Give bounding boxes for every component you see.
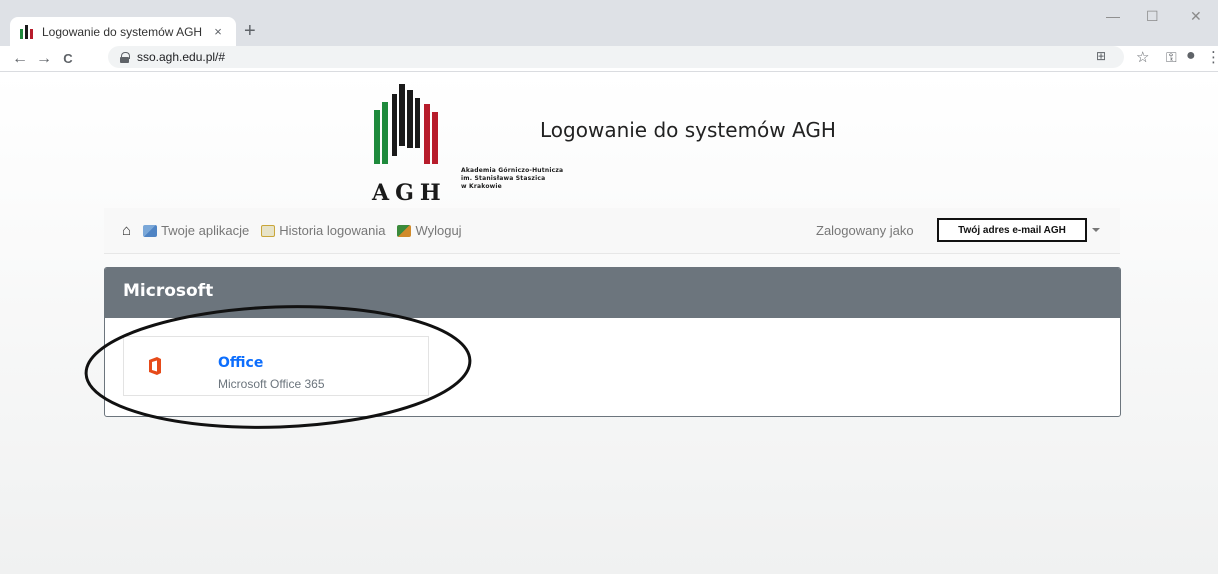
microsoft-panel: Microsoft Office Microsoft Office 365 [104, 267, 1121, 417]
account-icon[interactable]: ● [1186, 47, 1196, 65]
logged-as-label: Zalogowany jako [816, 223, 914, 238]
calendar-icon [261, 224, 276, 237]
app-name[interactable]: Office [218, 355, 263, 371]
agh-favicon-icon [20, 24, 34, 39]
key-icon[interactable]: ⚿ [1166, 49, 1177, 66]
agh-logo: AGH [372, 84, 472, 214]
back-button[interactable]: ← [8, 50, 32, 68]
minimize-button[interactable]: — [1106, 8, 1120, 24]
university-line: Akademia Górniczo-Hutnicza [461, 167, 564, 174]
nav-link-twoje-aplikacje[interactable]: Twoje aplikacje [143, 223, 249, 238]
tab-close-icon[interactable]: × [210, 24, 226, 39]
university-line: im. Stanisława Staszica [461, 175, 546, 182]
apps-icon [143, 224, 158, 237]
star-icon[interactable]: ☆ [1136, 48, 1149, 66]
address-bar[interactable]: sso.agh.edu.pl/# [108, 46, 1124, 68]
page-title: Logowanie do systemów AGH [540, 118, 836, 142]
page-content: AGH Akademia Górniczo-Hutnicza im. Stani… [0, 72, 1218, 574]
translate-icon[interactable]: ⊞ [1096, 49, 1106, 63]
browser-tab[interactable]: Logowanie do systemów AGH × [10, 17, 236, 46]
app-card-office[interactable]: Office Microsoft Office 365 [123, 336, 429, 396]
nav-link-wyloguj[interactable]: Wyloguj [397, 223, 462, 238]
nav-link-label: Historia logowania [279, 223, 386, 238]
close-window-button[interactable]: ✕ [1190, 8, 1202, 25]
nav-link-historia-logowania[interactable]: Historia logowania [261, 223, 385, 238]
agh-logo-icon [374, 84, 438, 164]
browser-toolbar: ← → C sso.agh.edu.pl/# ⊞ ☆ ⚿ ● ⋮ [0, 46, 1218, 72]
forward-button[interactable]: → [32, 50, 56, 68]
menu-icon[interactable]: ⋮ [1206, 48, 1218, 66]
logout-icon [397, 224, 412, 237]
chevron-down-icon[interactable] [1092, 228, 1100, 232]
home-icon[interactable]: ⌂ [122, 222, 131, 239]
tab-title: Logowanie do systemów AGH [42, 24, 203, 39]
nav-link-label: Twoje aplikacje [161, 223, 250, 238]
office-icon [149, 357, 161, 375]
url-text: sso.agh.edu.pl/# [137, 50, 226, 64]
lock-icon [120, 51, 130, 63]
reload-button[interactable]: C [56, 51, 80, 66]
university-line: w Krakowie [461, 183, 502, 190]
maximize-button[interactable]: ☐ [1146, 8, 1159, 25]
new-tab-button[interactable]: + [244, 19, 256, 43]
panel-heading: Microsoft [105, 268, 1120, 318]
university-name: Akademia Górniczo-Hutnicza im. Stanisław… [461, 167, 563, 191]
top-navbar: ⌂ Twoje aplikacje Historia logowania Wyl… [104, 208, 1120, 254]
user-email-dropdown[interactable]: Twój adres e-mail AGH [937, 218, 1087, 242]
browser-tab-bar: Logowanie do systemów AGH × + — ☐ ✕ [0, 0, 1218, 46]
agh-logo-text: AGH [372, 180, 447, 206]
nav-link-label: Wyloguj [415, 223, 462, 238]
app-description: Microsoft Office 365 [218, 377, 325, 391]
